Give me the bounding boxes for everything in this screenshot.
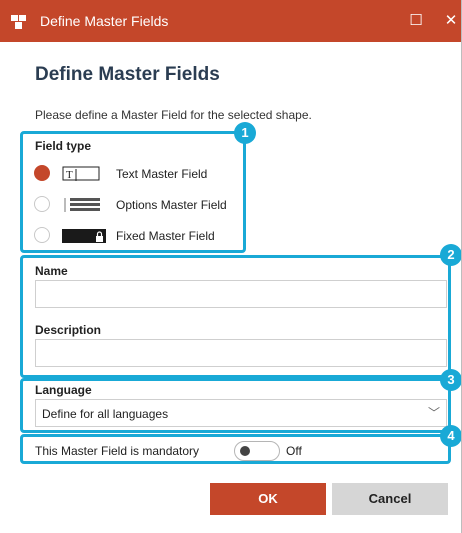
maximize-button[interactable]: ☐ bbox=[405, 10, 427, 32]
name-input[interactable] bbox=[35, 280, 447, 308]
cancel-button[interactable]: Cancel bbox=[332, 483, 448, 515]
description-label: Description bbox=[35, 323, 102, 337]
description-input[interactable] bbox=[35, 339, 447, 367]
radio-label: Fixed Master Field bbox=[116, 229, 215, 243]
mandatory-label: This Master Field is mandatory bbox=[35, 444, 200, 458]
mandatory-toggle[interactable] bbox=[234, 441, 280, 461]
ok-button[interactable]: OK bbox=[210, 483, 326, 515]
title-bar: Define Master Fields ☐ ✕ bbox=[0, 0, 462, 42]
dialog-heading: Define Master Fields bbox=[35, 64, 220, 85]
callout-badge-1: 1 bbox=[234, 122, 256, 144]
callout-badge-4: 4 bbox=[440, 425, 462, 447]
fixed-field-lock-icon bbox=[62, 229, 106, 243]
svg-text:T: T bbox=[66, 169, 73, 181]
language-label: Language bbox=[35, 383, 92, 397]
text-field-icon: T bbox=[62, 166, 100, 181]
callout-badge-2: 2 bbox=[440, 244, 462, 266]
toggle-state-label: Off bbox=[286, 444, 302, 458]
language-selected-value: Define for all languages bbox=[42, 407, 169, 421]
close-button[interactable]: ✕ bbox=[440, 10, 462, 32]
radio-button[interactable] bbox=[34, 227, 50, 243]
field-type-label: Field type bbox=[35, 139, 92, 153]
dialog-instructions: Please define a Master Field for the sel… bbox=[35, 108, 312, 122]
name-label: Name bbox=[35, 264, 68, 278]
callout-badge-3: 3 bbox=[440, 369, 462, 391]
options-field-icon bbox=[64, 198, 100, 212]
radio-button-selected[interactable] bbox=[34, 165, 50, 181]
toggle-knob bbox=[240, 446, 250, 456]
language-dropdown[interactable]: Define for all languages ﹀ bbox=[35, 399, 447, 427]
radio-label: Options Master Field bbox=[116, 198, 227, 212]
window-title: Define Master Fields bbox=[40, 13, 169, 29]
radio-label: Text Master Field bbox=[116, 167, 208, 181]
radio-button[interactable] bbox=[34, 196, 50, 212]
chevron-down-icon: ﹀ bbox=[427, 406, 440, 420]
app-logo-icon bbox=[11, 15, 26, 29]
